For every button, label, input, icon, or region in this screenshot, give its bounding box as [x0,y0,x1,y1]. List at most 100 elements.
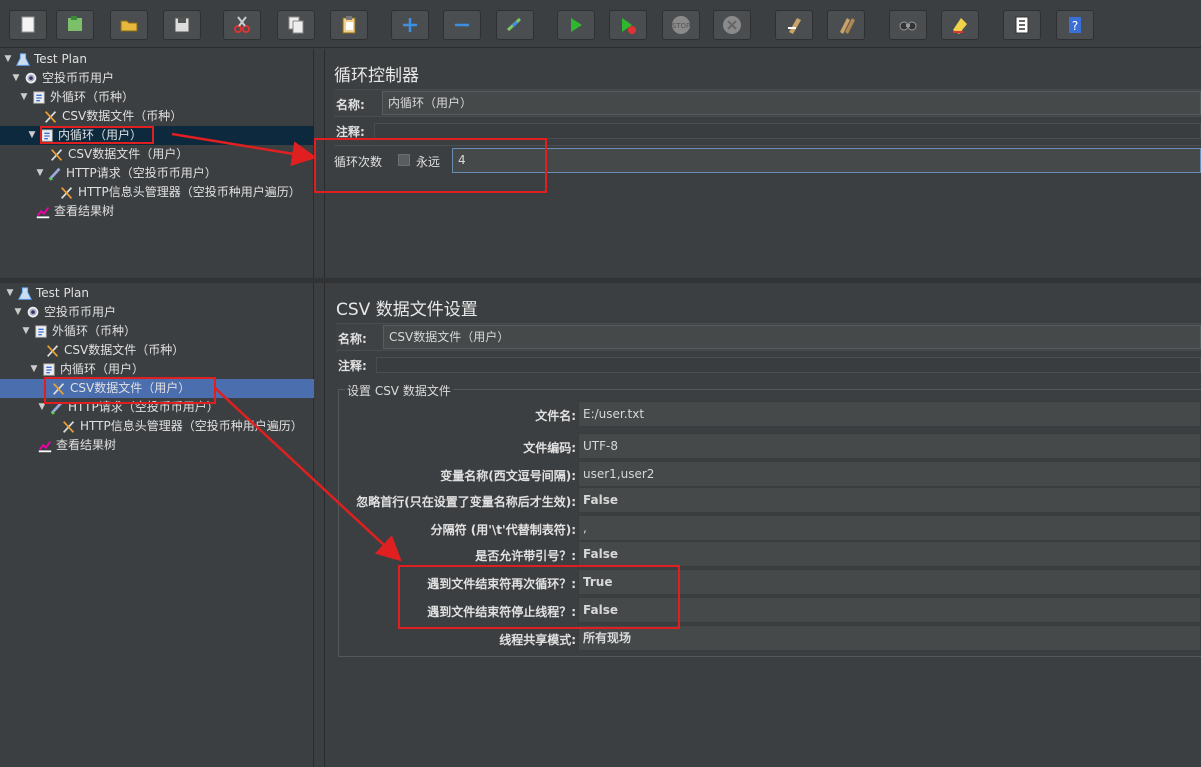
help-button[interactable]: ? [1056,10,1094,40]
tree-node[interactable]: ▼ 外循环（币种） [18,88,134,107]
comment-field[interactable] [374,123,1201,139]
paste-button[interactable] [330,10,368,40]
expand-arrow-icon[interactable]: ▼ [2,50,14,69]
tree-node[interactable]: CSV数据文件（币种） [32,341,184,360]
expand-arrow-icon[interactable]: ▼ [18,88,30,107]
reset-search-icon [953,18,967,34]
name-field[interactable]: 内循环（用户） [382,91,1201,115]
reset-search-button[interactable] [941,10,979,40]
loop-icon [32,324,50,340]
page-title: CSV 数据文件设置 [336,300,478,320]
tree-node[interactable]: ▼ Test Plan [4,284,89,303]
function-helper-icon [1015,16,1029,34]
name-row: 名称: 内循环（用户） [334,89,1201,117]
start-button[interactable] [557,10,595,40]
page-title: 循环控制器 [334,66,419,86]
open-icon [120,20,138,32]
toggle-icon [506,17,522,32]
http-sampler-icon [46,166,64,182]
highlight-box-eof-settings [398,565,680,629]
expand-icon [403,18,417,32]
tree-node-label: 查看结果树 [54,204,115,218]
results-tree-icon [34,204,52,220]
expand-arrow-icon[interactable]: ▼ [34,164,46,183]
threadgroup-icon [22,71,40,87]
search-button[interactable] [889,10,927,40]
copy-button[interactable] [277,10,315,40]
splitter-bottom[interactable] [315,283,325,767]
tree-node[interactable]: CSV数据文件（用户） [36,145,188,164]
loop-icon [30,90,48,106]
tree-node[interactable]: CSV数据文件（币种） [30,107,182,126]
stop-button[interactable]: STOP [662,10,700,40]
name-label: 名称: [338,332,367,346]
start-no-timers-icon [622,18,636,34]
paste-icon [342,16,356,34]
tree-node-label: CSV数据文件（用户） [68,147,189,161]
csv-config-icon [48,147,66,163]
new-button[interactable] [9,10,47,40]
tree-node-label: CSV数据文件（币种） [64,343,185,357]
name-row: 名称: CSV数据文件（用户） [336,323,1201,351]
stop-icon: STOP [672,16,690,34]
new-icon [21,16,35,33]
tree-node[interactable]: ▼ 空投币币用户 [12,303,116,322]
start-no-timers-button[interactable] [609,10,647,40]
highlight-box-csv-user [44,377,216,404]
save-icon [174,17,190,33]
csv-field-label: 线程共享模式: [499,633,576,647]
csv-field-label: 变量名称(西文逗号间隔): [440,469,576,483]
name-label: 名称: [336,98,365,112]
function-helper-button[interactable] [1003,10,1041,40]
csv-dataset-panel: CSV 数据文件设置 名称: CSV数据文件（用户） 注释: 设置 CSV 数据… [326,283,1201,767]
expand-arrow-icon[interactable]: ▼ [26,126,38,145]
csv-field-value[interactable]: UTF-8 [578,433,1201,459]
clear-icon [788,18,801,34]
tree-node[interactable]: ▼ HTTP请求（空投币币用户） [34,164,217,183]
expand-arrow-icon[interactable]: ▼ [12,303,24,322]
toggle-button[interactable] [496,10,534,40]
expand-arrow-icon[interactable]: ▼ [4,284,16,303]
highlight-box-inner-loop [40,126,154,144]
tree-node-label: 外循环（币种） [52,324,137,338]
expand-button[interactable] [391,10,429,40]
tree-node[interactable]: HTTP信息头管理器（空投币种用户遍历） [46,183,301,202]
header-manager-icon [58,185,76,201]
tree-node[interactable]: HTTP信息头管理器（空投币种用户遍历） [48,417,303,436]
tree-node[interactable]: 查看结果树 [24,436,116,455]
start-icon [571,18,582,32]
open-button[interactable] [110,10,148,40]
csv-field-value[interactable]: user1,user2 [578,461,1201,487]
tree-node[interactable]: ▼ 外循环（币种） [20,322,136,341]
csv-field-value[interactable]: , [578,515,1201,541]
csv-field-value[interactable]: False [578,541,1201,567]
comment-field[interactable] [376,357,1201,373]
test-plan-tree-top: ▼ Test Plan ▼ 空投币币用户 ▼ 外循环（币种） CSV数据文件（币种） ▼ 内循环… [0,49,314,278]
tree-node-label: 查看结果树 [56,438,117,452]
tree-node-label: 外循环（币种） [50,90,135,104]
csv-field-label: 文件编码: [523,441,576,455]
tree-node[interactable]: ▼ 空投币币用户 [10,69,114,88]
results-tree-icon [36,438,54,454]
tree-node[interactable]: 查看结果树 [22,202,114,221]
expand-arrow-icon[interactable]: ▼ [20,322,32,341]
loop-count-input[interactable]: 4 [452,148,1201,173]
cut-button[interactable] [223,10,261,40]
clear-button[interactable] [775,10,813,40]
tree-node[interactable]: ▼ Test Plan [2,50,87,69]
templates-button[interactable] [56,10,94,40]
tree-node-label: HTTP信息头管理器（空投币种用户遍历） [78,185,301,199]
save-button[interactable] [163,10,201,40]
collapse-button[interactable] [443,10,481,40]
name-field[interactable]: CSV数据文件（用户） [383,325,1201,349]
help-icon: ? [1069,17,1081,33]
shutdown-button[interactable] [713,10,751,40]
csv-field-value[interactable]: False [578,487,1201,513]
copy-icon [288,16,304,34]
clear-all-button[interactable] [827,10,865,40]
csv-field-value[interactable]: E:/user.txt [578,401,1201,427]
expand-arrow-icon[interactable]: ▼ [10,69,22,88]
expand-arrow-icon[interactable]: ▼ [28,360,40,379]
csv-field-label: 文件名: [535,409,576,423]
group-title: 设置 CSV 数据文件 [345,382,453,399]
